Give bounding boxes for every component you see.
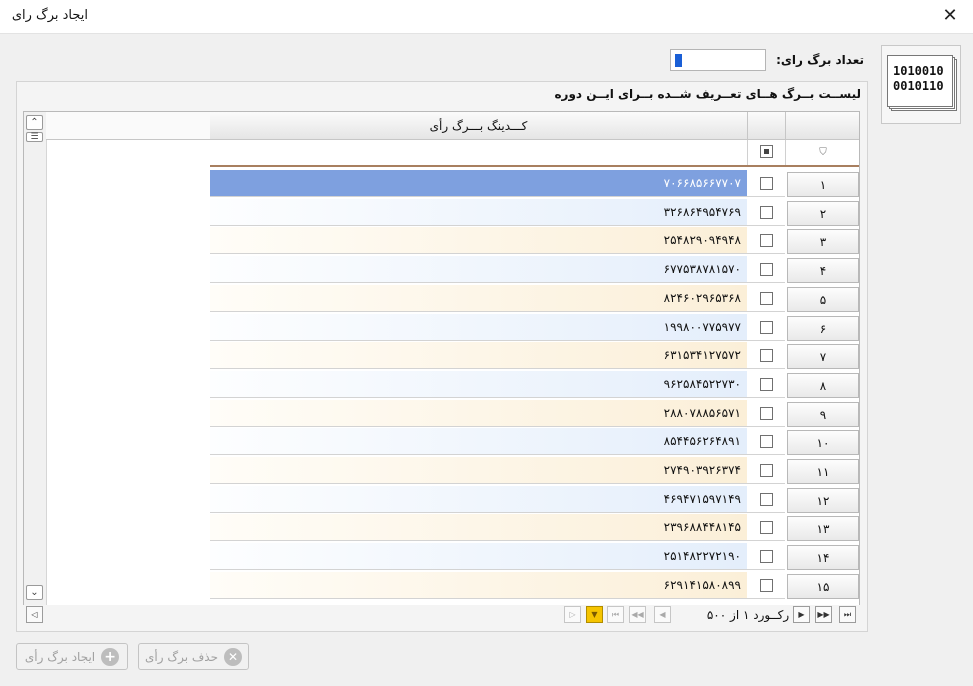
ballot-count-label: تعداد برگ رای: bbox=[776, 53, 864, 67]
table-row[interactable]: ۳۲۶۸۶۴۹۵۴۷۶۹ ۲ bbox=[210, 198, 859, 227]
table-row[interactable]: ۲۳۹۶۸۸۴۴۸۱۴۵ ۱۳ bbox=[210, 514, 859, 542]
close-icon[interactable]: ✕ bbox=[935, 4, 965, 28]
table-row[interactable]: ۴۶۹۴۷۱۵۹۷۱۴۹ ۱۲ bbox=[210, 485, 859, 514]
binary-line-2: 0010110 bbox=[893, 79, 944, 93]
text-caret bbox=[675, 54, 682, 67]
row-checkbox[interactable] bbox=[759, 550, 773, 564]
filter-icon[interactable]: ▼ bbox=[586, 606, 603, 623]
ballot-code-cell[interactable]: ۶۲۹۱۴۱۵۸۰۸۹۹ bbox=[210, 571, 747, 599]
row-checkbox[interactable] bbox=[759, 263, 773, 277]
ballot-code-cell[interactable]: ۶۳۱۵۳۴۱۲۷۵۷۲ bbox=[210, 342, 747, 370]
row-number-cell[interactable]: ۱ bbox=[787, 172, 859, 197]
scroll-right-icon[interactable]: ▷ bbox=[564, 606, 581, 623]
column-header-row-number bbox=[786, 112, 859, 140]
table-row[interactable]: ۲۸۸۰۷۸۸۵۶۵۷۱ ۹ bbox=[210, 399, 859, 428]
filter-row: ⛉ bbox=[210, 140, 859, 167]
table-row[interactable]: ۹۶۲۵۸۴۵۲۲۷۳۰ ۸ bbox=[210, 370, 859, 399]
row-checkbox[interactable] bbox=[759, 377, 773, 391]
previous-page-icon[interactable]: ◀◀ bbox=[629, 606, 646, 623]
row-number-cell[interactable]: ۱۴ bbox=[787, 545, 859, 571]
code-filter-input[interactable] bbox=[210, 140, 748, 165]
previous-record-icon[interactable]: ◀ bbox=[654, 606, 671, 623]
row-number-cell[interactable]: ۲ bbox=[787, 200, 859, 226]
column-chooser-icon[interactable]: ☰ bbox=[26, 132, 43, 142]
row-number-cell[interactable]: ۱۲ bbox=[787, 487, 859, 513]
title-bar: ایجاد برگ رای ✕ bbox=[0, 0, 973, 34]
ballot-code-cell[interactable]: ۱۹۹۸۰۰۷۷۵۹۷۷ bbox=[210, 313, 747, 341]
ballot-code-cell[interactable]: ۶۷۷۵۳۸۷۸۱۵۷۰ bbox=[210, 256, 747, 284]
row-number-cell[interactable]: ۳ bbox=[787, 229, 859, 255]
select-all-checkbox[interactable] bbox=[760, 145, 773, 158]
window-title: ایجاد برگ رای bbox=[11, 8, 88, 23]
table-row[interactable]: ۱۹۹۸۰۰۷۷۵۹۷۷ ۶ bbox=[210, 313, 859, 342]
ballot-code-cell[interactable]: ۸۲۴۶۰۲۹۶۵۳۶۸ bbox=[210, 284, 747, 312]
row-checkbox[interactable] bbox=[759, 578, 773, 592]
last-page-icon[interactable]: ⏭ bbox=[839, 606, 856, 623]
table-row[interactable]: ۸۵۴۴۵۶۲۶۴۸۹۱ ۱۰ bbox=[210, 428, 859, 456]
ballot-code-cell[interactable]: ۲۷۴۹۰۳۹۲۶۳۷۴ bbox=[210, 457, 747, 484]
grid-navigation-bar: ◁ ▷ ▼ ⏮ ◀◀ ◀ رکــورد ۱ از ۵۰۰ ▶ ▶▶ ⏭ bbox=[23, 605, 860, 626]
row-number-cell[interactable]: ۹ bbox=[787, 401, 859, 427]
row-checkbox[interactable] bbox=[759, 205, 773, 219]
ballot-code-cell[interactable]: ۲۵۱۴۸۲۲۷۲۱۹۰ bbox=[210, 543, 747, 571]
table-row[interactable]: ۲۷۴۹۰۳۹۲۶۳۷۴ ۱۱ bbox=[210, 457, 859, 485]
column-header-select bbox=[748, 112, 786, 140]
row-number-cell[interactable]: ۶ bbox=[787, 315, 859, 341]
row-number-cell[interactable]: ۱۰ bbox=[787, 430, 859, 456]
record-counter: رکــورد ۱ از ۵۰۰ bbox=[706, 608, 790, 622]
add-plus-icon: + bbox=[101, 647, 120, 666]
ballot-code-cell[interactable]: ۷۰۶۶۸۵۶۶۷۷۰۷ bbox=[210, 170, 747, 197]
ballot-code-cell[interactable]: ۲۵۴۸۲۹۰۹۴۹۴۸ bbox=[210, 227, 747, 255]
row-checkbox[interactable] bbox=[759, 234, 773, 248]
delete-x-icon: ✕ bbox=[224, 647, 243, 666]
row-checkbox[interactable] bbox=[759, 492, 773, 506]
ballot-count-input[interactable] bbox=[670, 49, 766, 71]
ballot-code-cell[interactable]: ۲۳۹۶۸۸۴۴۸۱۴۵ bbox=[210, 514, 747, 542]
row-checkbox[interactable] bbox=[759, 349, 773, 363]
vertical-scrollbar[interactable]: ⌃ ☰ ⌄ bbox=[24, 112, 47, 605]
row-checkbox[interactable] bbox=[759, 291, 773, 305]
row-number-cell[interactable]: ۵ bbox=[787, 286, 859, 312]
ballot-grid: ⌃ ☰ ⌄ کـــدینگ بـــرگ رأی ⛉ ۷۰۶۶۸۵۶۶۷۷۰۷… bbox=[23, 111, 860, 606]
row-number-cell[interactable]: ۱۳ bbox=[787, 516, 859, 542]
scroll-up-icon[interactable]: ⌃ bbox=[26, 115, 43, 130]
ballot-code-cell[interactable]: ۹۶۲۵۸۴۵۲۲۷۳۰ bbox=[210, 370, 747, 398]
row-number-cell[interactable]: ۸ bbox=[787, 372, 859, 398]
ballot-code-cell[interactable]: ۸۵۴۴۵۶۲۶۴۸۹۱ bbox=[210, 428, 747, 456]
panel-title: لیســت بــرگ هــای تعــریف شــده بــرای … bbox=[554, 87, 861, 101]
create-ballot-button[interactable]: + ایجاد برگ رأی bbox=[16, 643, 128, 670]
row-number-cell[interactable]: ۱۵ bbox=[787, 573, 859, 599]
scroll-left-icon[interactable]: ◁ bbox=[26, 606, 43, 623]
ballot-code-cell[interactable]: ۳۲۶۸۶۴۹۵۴۷۶۹ bbox=[210, 198, 747, 226]
row-checkbox[interactable] bbox=[759, 521, 773, 535]
column-header-code[interactable]: کـــدینگ بـــرگ رأی bbox=[210, 112, 748, 140]
delete-ballot-button[interactable]: ✕ حذف برگ رأی bbox=[138, 643, 249, 670]
row-number-cell[interactable]: ۴ bbox=[787, 258, 859, 284]
filter-funnel-icon[interactable]: ⛉ bbox=[786, 140, 859, 165]
next-record-icon[interactable]: ▶ bbox=[793, 606, 810, 623]
table-row[interactable]: ۲۵۱۴۸۲۲۷۲۱۹۰ ۱۴ bbox=[210, 543, 859, 571]
first-page-icon[interactable]: ⏮ bbox=[607, 606, 624, 623]
row-checkbox[interactable] bbox=[759, 406, 773, 420]
table-row[interactable]: ۲۵۴۸۲۹۰۹۴۹۴۸ ۳ bbox=[210, 227, 859, 255]
binary-line-1: 1010010 bbox=[893, 64, 944, 78]
table-row[interactable]: ۸۲۴۶۰۲۹۶۵۳۶۸ ۵ bbox=[210, 284, 859, 313]
scroll-down-icon[interactable]: ⌄ bbox=[26, 585, 43, 600]
row-checkbox[interactable] bbox=[759, 435, 773, 449]
row-checkbox[interactable] bbox=[759, 320, 773, 334]
ballot-code-cell[interactable]: ۲۸۸۰۷۸۸۵۶۵۷۱ bbox=[210, 399, 747, 427]
ballot-code-cell[interactable]: ۴۶۹۴۷۱۵۹۷۱۴۹ bbox=[210, 485, 747, 513]
table-row[interactable]: ۶۳۱۵۳۴۱۲۷۵۷۲ ۷ bbox=[210, 342, 859, 370]
table-row[interactable]: ۶۷۷۵۳۸۷۸۱۵۷۰ ۴ bbox=[210, 256, 859, 284]
table-row[interactable]: ۷۰۶۶۸۵۶۶۷۷۰۷ ۱ bbox=[210, 170, 859, 198]
row-number-cell[interactable]: ۷ bbox=[787, 344, 859, 370]
row-checkbox[interactable] bbox=[759, 464, 773, 477]
next-page-icon[interactable]: ▶▶ bbox=[815, 606, 832, 623]
row-checkbox[interactable] bbox=[759, 177, 773, 190]
binary-code-icon: 1010010 0010110 bbox=[881, 45, 961, 124]
table-row[interactable]: ۶۲۹۱۴۱۵۸۰۸۹۹ ۱۵ bbox=[210, 571, 859, 600]
row-number-cell[interactable]: ۱۱ bbox=[787, 459, 859, 484]
